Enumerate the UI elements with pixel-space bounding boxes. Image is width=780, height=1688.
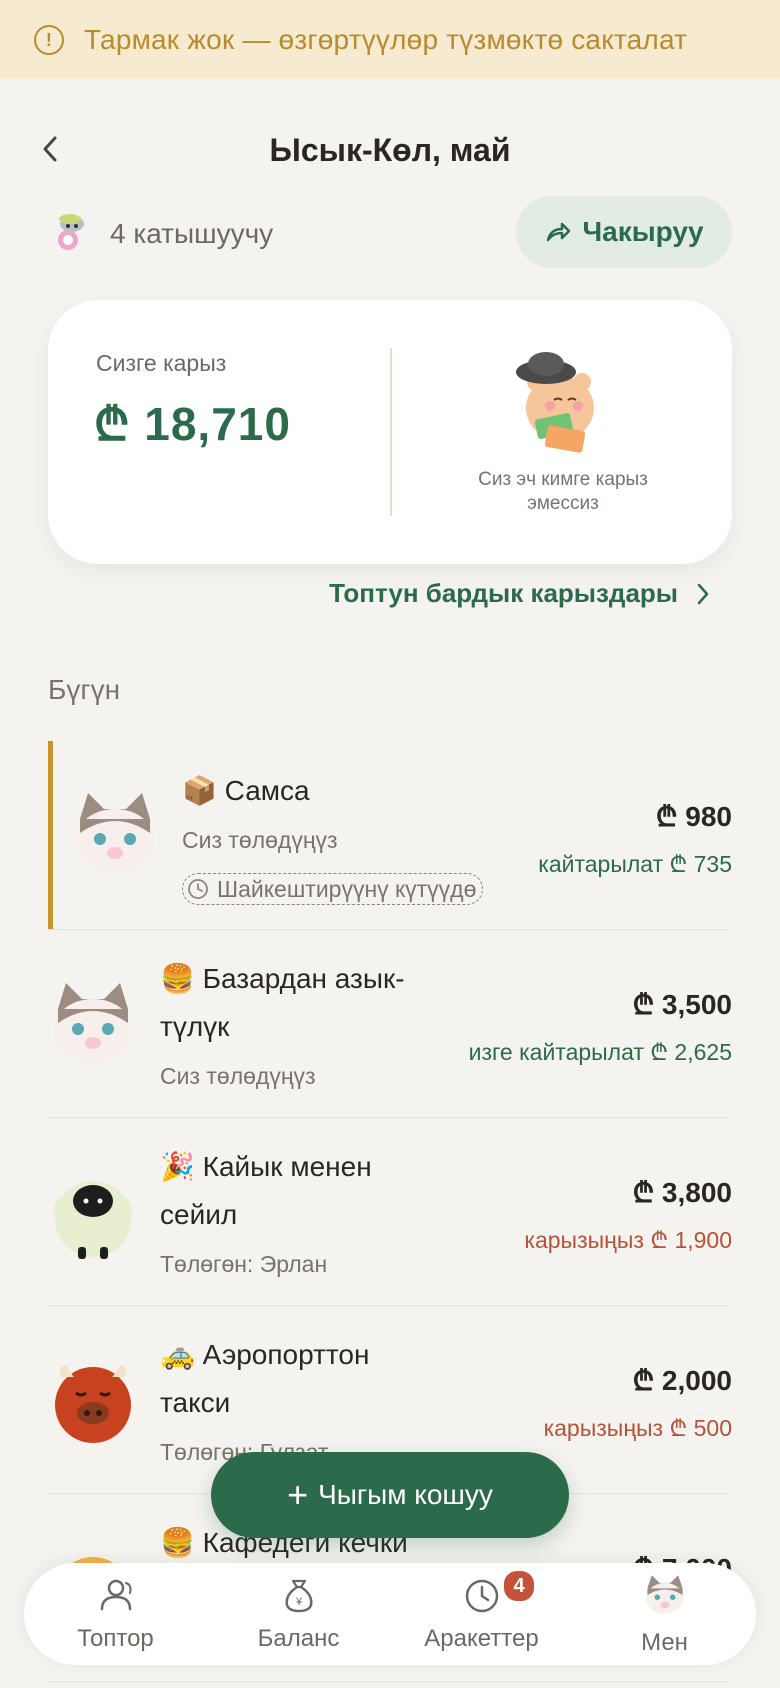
expense-payer: Төлөгөн: Эрлан bbox=[160, 1251, 328, 1277]
plus-icon: + bbox=[287, 1474, 309, 1515]
expense-amount: ₾ 3,500 bbox=[632, 989, 732, 1020]
no-debt-message: Сиз эч кимге карыз эмессиз bbox=[478, 469, 648, 514]
expense-payer: Сиз төлөдүңүз bbox=[182, 827, 338, 853]
warning-circle-icon: ! bbox=[34, 24, 64, 55]
expense-amount: ₾ 2,000 bbox=[632, 1365, 732, 1396]
tab-groups[interactable]: Топтор bbox=[24, 1563, 207, 1665]
bottom-tab-bar: Топтор ¥ Баланс 4 Аракеттер Мен bbox=[24, 1563, 756, 1665]
people-icon bbox=[100, 1579, 131, 1611]
expense-row[interactable]: 🎉 Кайык менен сейил Төлөгөн: Эрлан ₾ 3,8… bbox=[48, 1117, 732, 1306]
sheep-avatar-icon bbox=[54, 1181, 132, 1259]
owed-amount: ₾ 18,710 bbox=[94, 398, 291, 450]
expense-share: кайтарылат ₾ 735 bbox=[538, 851, 732, 877]
expense-title: 🚕 Аэропорттон такси bbox=[160, 1339, 370, 1418]
expense-row[interactable]: 🍔 Базардан азык- түлүк Сиз төлөдүңүз ₾ 3… bbox=[48, 929, 732, 1118]
pending-sync-badge: Шайкештирүүнү күтүүдө bbox=[182, 873, 484, 905]
chevron-right-icon bbox=[697, 583, 709, 604]
section-today: Бүгүн bbox=[48, 674, 121, 705]
add-expense-button[interactable]: + Чыгым кошуу bbox=[211, 1452, 569, 1538]
expense-title: 🎉 Кайык менен сейил bbox=[160, 1151, 372, 1230]
offline-banner: ! Тармак жок — өзгөртүүлөр түзмөктө сакт… bbox=[0, 0, 780, 79]
expense-share: карызыңыз ₾ 500 bbox=[543, 1415, 732, 1441]
page-title: Ысык-Көл, май bbox=[269, 132, 511, 168]
group-avatar-icon bbox=[58, 214, 84, 250]
tab-balance[interactable]: ¥ Баланс bbox=[207, 1563, 390, 1665]
tab-activity[interactable]: 4 Аракеттер bbox=[390, 1563, 573, 1665]
expense-amount: ₾ 3,800 bbox=[632, 1177, 732, 1208]
expense-share: изге кайтарылат ₾ 2,625 bbox=[468, 1039, 732, 1065]
members-count: 4 катышуучу bbox=[110, 218, 274, 249]
expense-amount: ₾ 980 bbox=[655, 801, 732, 832]
expense-share: карызыңыз ₾ 1,900 bbox=[524, 1227, 732, 1253]
expense-title: 🍔 Базардан азык- түлүк bbox=[160, 963, 405, 1042]
all-debts-link[interactable]: Топтун бардык карыздары bbox=[329, 578, 710, 609]
pending-indicator bbox=[48, 741, 53, 929]
cat-avatar-icon bbox=[645, 1575, 684, 1614]
tab-me[interactable]: Мен bbox=[573, 1563, 756, 1665]
money-bag-icon: ¥ bbox=[284, 1579, 313, 1613]
activity-badge: 4 bbox=[502, 1569, 536, 1603]
invite-label: Чакыруу bbox=[582, 216, 704, 247]
cat-avatar-icon bbox=[75, 793, 155, 873]
ox-avatar-icon bbox=[55, 1365, 131, 1443]
cat-avatar-icon bbox=[53, 983, 133, 1063]
expense-title: 📦 Самса bbox=[182, 775, 310, 806]
offline-banner-text: Тармак жок — өзгөртүүлөр түзмөктө сактал… bbox=[84, 23, 688, 55]
share-arrow-icon bbox=[547, 222, 571, 242]
clock-icon bbox=[188, 879, 208, 899]
balance-card: Сизге карыз ₾ 18,710 Сиз эч кимге карыз … bbox=[48, 300, 732, 564]
members-summary[interactable]: 4 катышуучу bbox=[50, 206, 273, 262]
clock-icon bbox=[465, 1579, 498, 1613]
owed-label: Сизге карыз bbox=[96, 350, 227, 376]
invite-button[interactable]: Чакыруу bbox=[516, 196, 732, 268]
header: Ысык-Көл, май bbox=[0, 120, 780, 180]
bear-mascot-icon bbox=[516, 352, 594, 453]
expense-row[interactable]: 📦 Самса Сиз төлөдүңүз Шайкештирүүнү күтү… bbox=[48, 741, 732, 930]
expense-payer: Сиз төлөдүңүз bbox=[160, 1063, 316, 1089]
card-divider bbox=[390, 348, 392, 516]
svg-text:¥: ¥ bbox=[294, 1596, 302, 1608]
